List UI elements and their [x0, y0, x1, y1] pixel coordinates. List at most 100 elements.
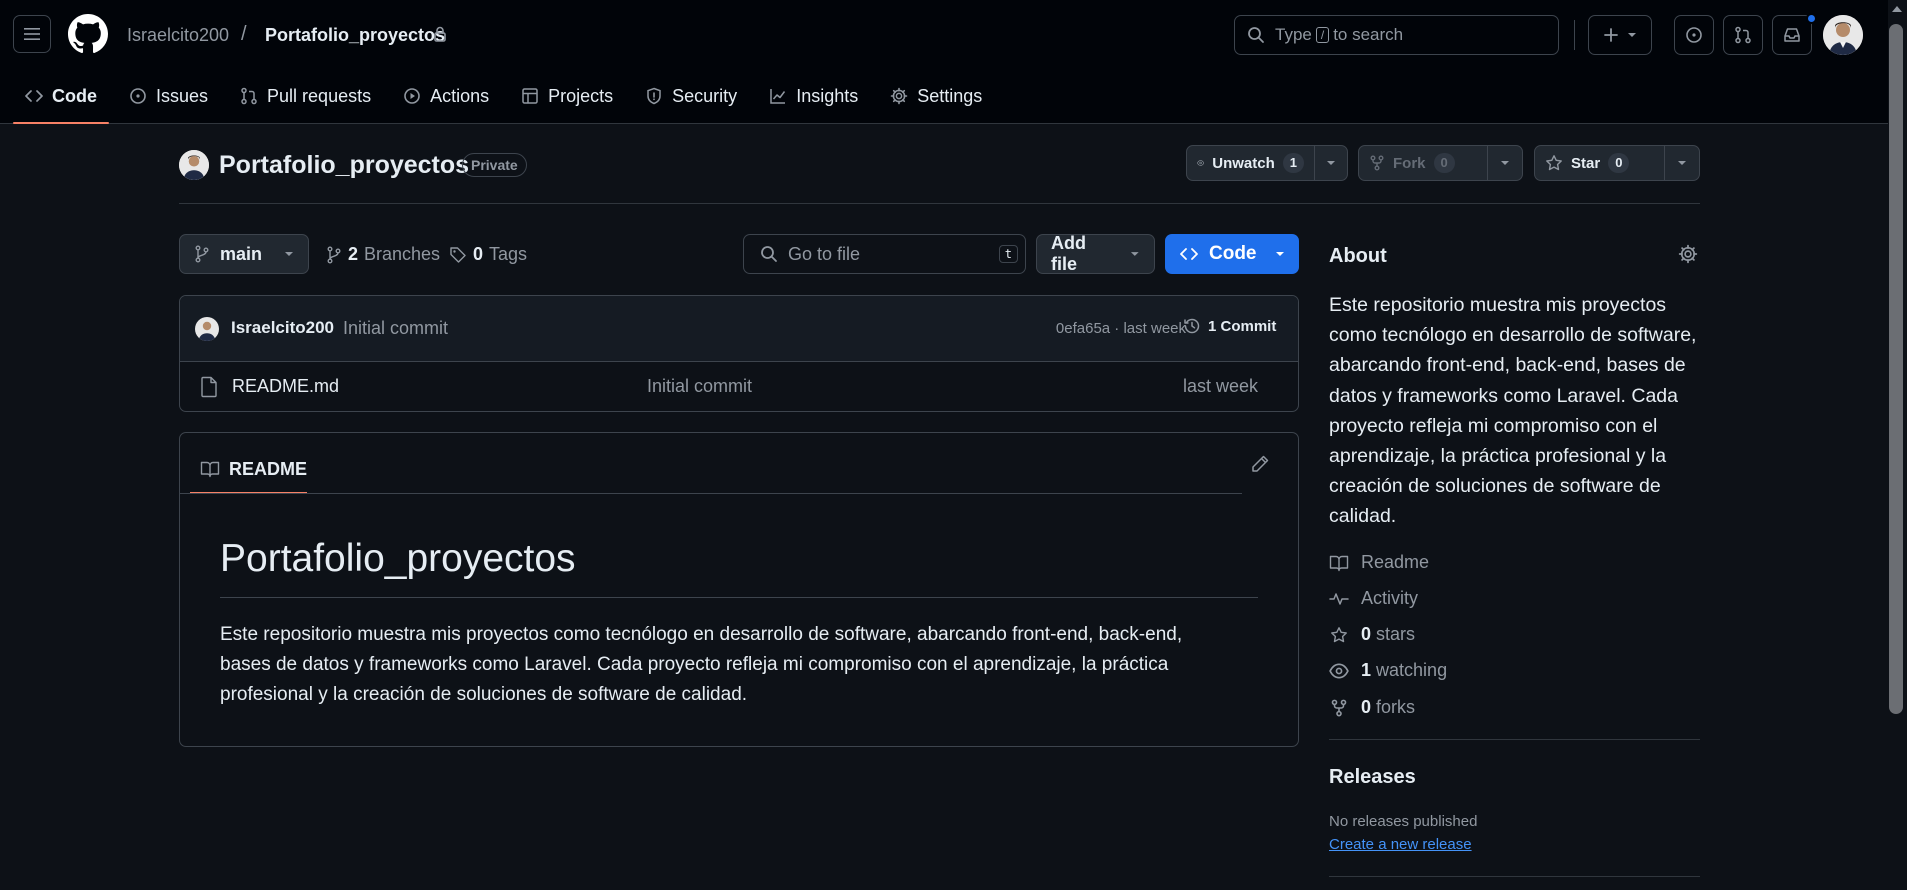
tab-settings[interactable]: Settings [878, 78, 994, 114]
header-divider [1574, 20, 1575, 50]
caret-down-icon [1628, 33, 1636, 37]
tab-pull-requests-label: Pull requests [267, 85, 372, 106]
activity-link[interactable]: Activity [1329, 588, 1418, 609]
create-release-link[interactable]: Create a new release [1329, 836, 1472, 853]
star-button[interactable]: Star 0 [1534, 145, 1700, 181]
commit-sha-time[interactable]: 0efa65a · last week [1036, 320, 1186, 337]
search-icon [761, 246, 777, 262]
hamburger-icon [24, 28, 40, 40]
watching-count: 1 [1361, 660, 1372, 680]
pencil-icon[interactable] [1250, 454, 1270, 474]
eye-icon [1197, 160, 1205, 166]
readme-tab[interactable]: README [190, 445, 307, 494]
scrollbar-thumb[interactable] [1889, 24, 1903, 714]
plus-icon [1604, 28, 1618, 42]
repo-forked-icon [1370, 155, 1384, 171]
tab-code-label: Code [52, 85, 97, 106]
branches-label: Branches [364, 244, 441, 264]
caret-down-icon [1501, 161, 1510, 165]
github-logo-icon[interactable] [68, 14, 108, 54]
activity-link-label: Activity [1361, 588, 1419, 608]
go-to-file-shortcut: t [998, 245, 1018, 263]
tags-link[interactable]: 0 Tags [449, 244, 527, 265]
star-counter: 0 [1608, 153, 1630, 173]
watch-counter: 1 [1282, 153, 1304, 173]
git-pull-request-icon [1735, 26, 1751, 44]
tab-issues[interactable]: Issues [117, 78, 220, 114]
watch-dropdown[interactable] [1315, 146, 1347, 180]
gear-icon[interactable] [1678, 244, 1698, 264]
book-icon [200, 461, 220, 478]
file-commit-message[interactable]: Initial commit [647, 376, 752, 397]
tab-code[interactable]: Code [13, 78, 109, 124]
git-pull-request-icon [241, 87, 257, 105]
tab-pull-requests[interactable]: Pull requests [228, 78, 383, 114]
branch-selector[interactable]: main [179, 234, 309, 274]
star-dropdown[interactable] [1665, 146, 1699, 180]
add-file-button[interactable]: Add file [1036, 233, 1155, 274]
star-label: Star [1571, 154, 1601, 172]
breadcrumb-owner[interactable]: Israelcito200 [127, 25, 229, 46]
book-icon [1329, 555, 1349, 571]
readme-heading-divider [220, 597, 1258, 598]
code-icon [25, 90, 43, 102]
lock-icon [434, 26, 446, 42]
file-icon [201, 376, 217, 398]
fork-button[interactable]: Fork 0 [1358, 145, 1523, 181]
visibility-badge: Private [462, 153, 527, 177]
pulse-icon [1329, 592, 1349, 605]
tab-projects[interactable]: Projects [509, 78, 625, 114]
pull-requests-button[interactable] [1723, 15, 1763, 55]
gear-icon [890, 87, 908, 105]
forks-link[interactable]: 0 forks [1329, 697, 1415, 718]
file-browser: Israelcito200 Initial commit 0efa65a · l… [179, 295, 1299, 412]
releases-heading[interactable]: Releases [1329, 766, 1416, 789]
go-to-file-input[interactable]: Go to file t [743, 234, 1026, 274]
menu-button[interactable] [13, 15, 51, 53]
search-prefix: Type [1275, 25, 1312, 44]
readme-heading: Portafolio_proyectos [220, 537, 576, 580]
repo-title[interactable]: Portafolio_proyectos [219, 151, 469, 180]
readme-link-label: Readme [1361, 552, 1430, 572]
readme-link[interactable]: Readme [1329, 552, 1429, 573]
repo-owner-avatar[interactable] [179, 150, 209, 180]
sidebar-divider [1329, 876, 1700, 877]
search-shortcut-key: / [1315, 27, 1330, 43]
commits-history-link[interactable]: 1 Commit [1182, 316, 1276, 336]
tab-actions[interactable]: Actions [391, 78, 501, 114]
avatar-image-icon [195, 317, 219, 341]
history-icon [1184, 318, 1200, 334]
user-avatar[interactable] [1823, 15, 1863, 55]
tab-insights[interactable]: Insights [757, 78, 870, 114]
table-icon [522, 88, 538, 104]
search-suffix: to search [1333, 25, 1404, 44]
branches-link[interactable]: 2 Branches [326, 244, 440, 265]
commit-message[interactable]: Initial commit [343, 318, 448, 339]
tab-issues-label: Issues [156, 85, 209, 106]
watching-link[interactable]: 1 watching [1329, 660, 1447, 681]
unwatch-button[interactable]: Unwatch 1 [1186, 145, 1348, 181]
about-heading: About [1329, 245, 1387, 267]
stars-link[interactable]: 0 stars [1329, 624, 1415, 645]
create-new-button[interactable] [1588, 15, 1652, 55]
readme-header-divider [180, 493, 1242, 494]
issue-opened-icon [130, 88, 146, 104]
code-icon [1180, 248, 1198, 260]
breadcrumb-repo[interactable]: Portafolio_proyectos [265, 25, 445, 46]
commit-author-avatar[interactable] [195, 317, 219, 341]
code-button[interactable]: Code [1165, 234, 1299, 274]
code-button-label: Code [1209, 243, 1257, 264]
tab-security[interactable]: Security [633, 78, 749, 114]
global-header: Israelcito200 / Portafolio_proyectos Typ… [0, 0, 1888, 124]
global-search-input[interactable]: Type / to search [1234, 15, 1559, 55]
issues-button[interactable] [1674, 15, 1714, 55]
title-divider [179, 203, 1700, 204]
fork-dropdown[interactable] [1488, 146, 1522, 180]
git-branch-icon [195, 245, 209, 263]
caret-down-icon [1327, 161, 1335, 165]
file-name[interactable]: README.md [232, 376, 339, 397]
file-row[interactable]: README.md Initial commit last week [180, 362, 1298, 411]
commit-author[interactable]: Israelcito200 [231, 318, 334, 338]
scroll-up-arrow-icon[interactable] [1892, 6, 1902, 12]
tags-label: Tags [489, 244, 528, 264]
